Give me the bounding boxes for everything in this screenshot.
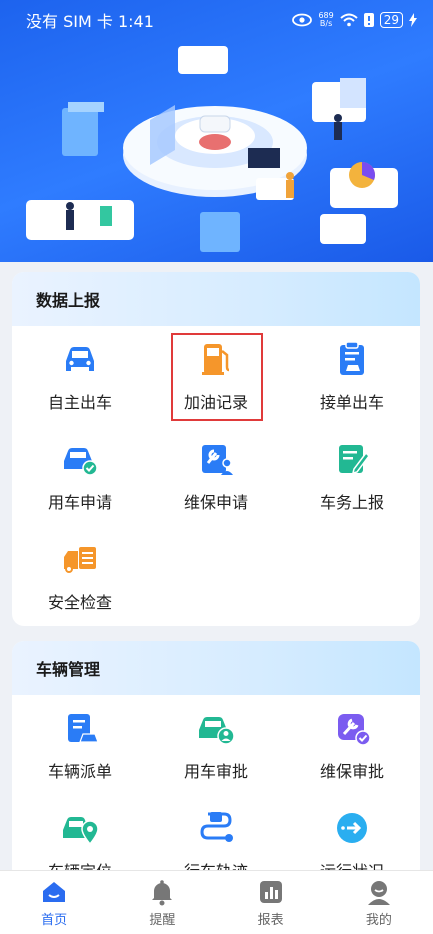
menu-item-accept-order[interactable]: 接单出车: [284, 326, 420, 426]
route-icon: [200, 812, 233, 842]
edit-doc-icon: [339, 445, 370, 475]
bottom-tab-bar: 首页 提醒 报表 我的: [0, 870, 433, 934]
tab-reports[interactable]: 报表: [217, 871, 325, 934]
truck-checklist-icon: [64, 547, 96, 573]
clipboard-car-icon: [340, 341, 364, 375]
vehicle-management-section: 车辆管理 车辆派单 用车审批 维保审批 车辆定位 行车轨迹 运行状况: [12, 641, 420, 881]
wrench-check-icon: [338, 714, 371, 746]
smart-fleet-illustration-icon: [26, 46, 398, 252]
menu-item-vehicle-dispatch[interactable]: 车辆派单: [12, 695, 148, 795]
menu-item-vehicle-request[interactable]: 用车申请: [12, 426, 148, 526]
menu-item-vehicle-affairs-report[interactable]: 车务上报: [284, 426, 420, 526]
eye-icon: [292, 13, 313, 27]
status-arrow-icon: [337, 813, 367, 843]
charging-icon: [409, 13, 417, 27]
network-speed: 689 B/s: [318, 11, 334, 28]
menu-item-label: 用车审批: [183, 762, 248, 781]
wrench-person-icon: [202, 445, 233, 475]
tab-label: 提醒: [149, 912, 176, 928]
menu-item-label: 自主出车: [47, 393, 112, 412]
hero-banner: 没有 SIM 卡 1:41 689 B/s 29: [0, 0, 433, 262]
tab-label: 报表: [257, 912, 284, 928]
section-title: 车辆管理: [12, 641, 420, 695]
selection-highlight-box: [171, 333, 263, 421]
carrier-time: 没有 SIM 卡 1:41: [26, 12, 154, 31]
battery-indicator: 29: [379, 12, 403, 28]
tab-reminders[interactable]: 提醒: [108, 871, 216, 934]
chart-icon: [259, 880, 282, 903]
clipboard-car-icon: [68, 714, 99, 743]
tab-label: 我的: [365, 912, 392, 928]
menu-item-safety-inspection[interactable]: 安全检查: [12, 526, 148, 626]
car-location-icon: [63, 817, 99, 846]
data-report-section: 数据上报 自主出车 加油记录 接单出车 用车申请 维保申请 车务上报 安全检查: [12, 272, 420, 626]
bell-icon: [152, 879, 173, 905]
menu-item-label: 接单出车: [319, 393, 384, 412]
home-icon: [43, 881, 66, 902]
tab-home[interactable]: 首页: [0, 871, 108, 934]
menu-item-maintenance-approval[interactable]: 维保审批: [284, 695, 420, 795]
menu-item-label: 安全检查: [47, 593, 112, 612]
menu-item-maintenance-request[interactable]: 维保申请: [148, 426, 284, 526]
menu-item-vehicle-approval[interactable]: 用车审批: [148, 695, 284, 795]
car-check-icon: [64, 448, 98, 476]
alert-icon: [363, 13, 374, 27]
menu-item-label: 维保申请: [183, 493, 248, 512]
menu-item-label: 车务上报: [319, 493, 384, 512]
menu-item-self-dispatch[interactable]: 自主出车: [12, 326, 148, 426]
menu-item-operation-status[interactable]: 运行状况: [284, 795, 420, 881]
tab-mine[interactable]: 我的: [325, 871, 433, 934]
car-icon: [66, 347, 94, 371]
car-person-icon: [199, 717, 235, 745]
menu-item-label: 用车申请: [47, 493, 112, 512]
section-title: 数据上报: [12, 272, 420, 326]
tab-label: 首页: [41, 912, 68, 928]
menu-item-label: 车辆派单: [47, 762, 112, 781]
menu-item-driving-track[interactable]: 行车轨迹: [148, 795, 284, 881]
wifi-icon: [340, 13, 358, 27]
profile-icon: [367, 880, 390, 905]
menu-item-vehicle-location[interactable]: 车辆定位: [12, 795, 148, 881]
menu-item-label: 维保审批: [319, 762, 384, 781]
